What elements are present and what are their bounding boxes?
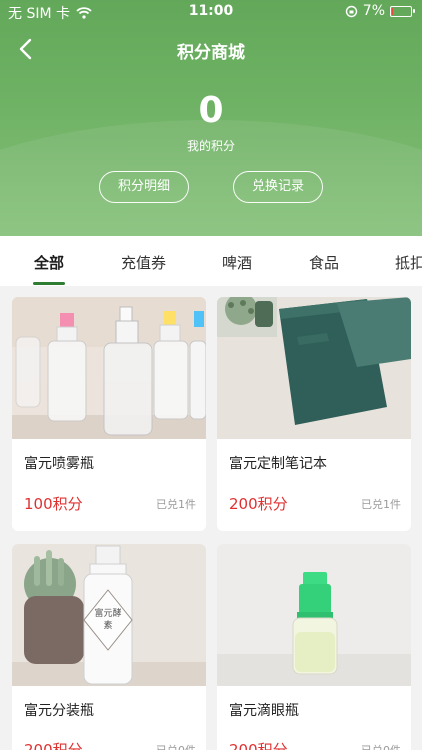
product-name: 富元喷雾瓶 [24, 456, 94, 472]
points-label: 我的积分 [186, 139, 235, 153]
page-title: 积分商城 [177, 43, 245, 63]
points-detail-button[interactable]: 积分明细 [99, 171, 189, 203]
product-price: 200积分 [229, 741, 288, 750]
tab-deduction[interactable]: 抵扣 [395, 252, 422, 273]
product-name: 富元滴眼瓶 [229, 703, 299, 719]
product-price: 100积分 [24, 495, 83, 513]
product-name: 富元定制笔记本 [229, 456, 327, 472]
product-image-spray-bottle [12, 297, 206, 439]
bottle-label-text: 富元酵素 [94, 609, 122, 631]
battery-percent: 7% [362, 3, 385, 19]
product-name: 富元分装瓶 [24, 703, 94, 719]
battery-level [392, 7, 393, 15]
product-image-dispensing-bottle: 富元酵素 [12, 544, 206, 686]
product-card-notebook[interactable]: 富元定制笔记本 200积分 已兑1件 [217, 297, 411, 531]
tab-all[interactable]: 全部 [34, 252, 64, 273]
active-tab-indicator [33, 282, 65, 285]
battery-icon [390, 5, 415, 17]
product-image-notebook [217, 297, 411, 439]
product-image-dropper-bottle [217, 544, 411, 686]
product-sold-count: 已兑1件 [156, 498, 196, 511]
product-card-dropper-bottle[interactable]: 富元滴眼瓶 200积分 已兑0件 [217, 544, 411, 750]
status-bar: 无 SIM 卡 11:00 7% [0, 0, 422, 24]
product-card-dispensing-bottle[interactable]: 富元酵素 富元分装瓶 200积分 已兑0件 [12, 544, 206, 750]
exchange-record-button[interactable]: 兑换记录 [233, 171, 323, 203]
nav-bar: 积分商城 [0, 32, 422, 66]
product-sold-count: 已兑0件 [361, 742, 401, 750]
product-sold-count: 已兑1件 [361, 498, 401, 511]
tab-beer[interactable]: 啤酒 [222, 252, 252, 273]
points-header: 无 SIM 卡 11:00 7% 积分商城 0 我的积分 积分明细 兑换记录 [0, 0, 422, 236]
tab-food[interactable]: 食品 [309, 252, 339, 273]
product-price: 200积分 [229, 495, 288, 513]
product-sold-count: 已兑0件 [156, 742, 196, 750]
category-tabs: 全部 充值券 啤酒 食品 抵扣 [0, 236, 422, 286]
points-value: 0 [198, 90, 224, 131]
orientation-lock-icon [345, 5, 357, 17]
product-card-spray-bottle[interactable]: 富元喷雾瓶 100积分 已兑1件 [12, 297, 206, 531]
product-price: 200积分 [24, 741, 83, 750]
tab-recharge-coupon[interactable]: 充值券 [121, 252, 166, 273]
